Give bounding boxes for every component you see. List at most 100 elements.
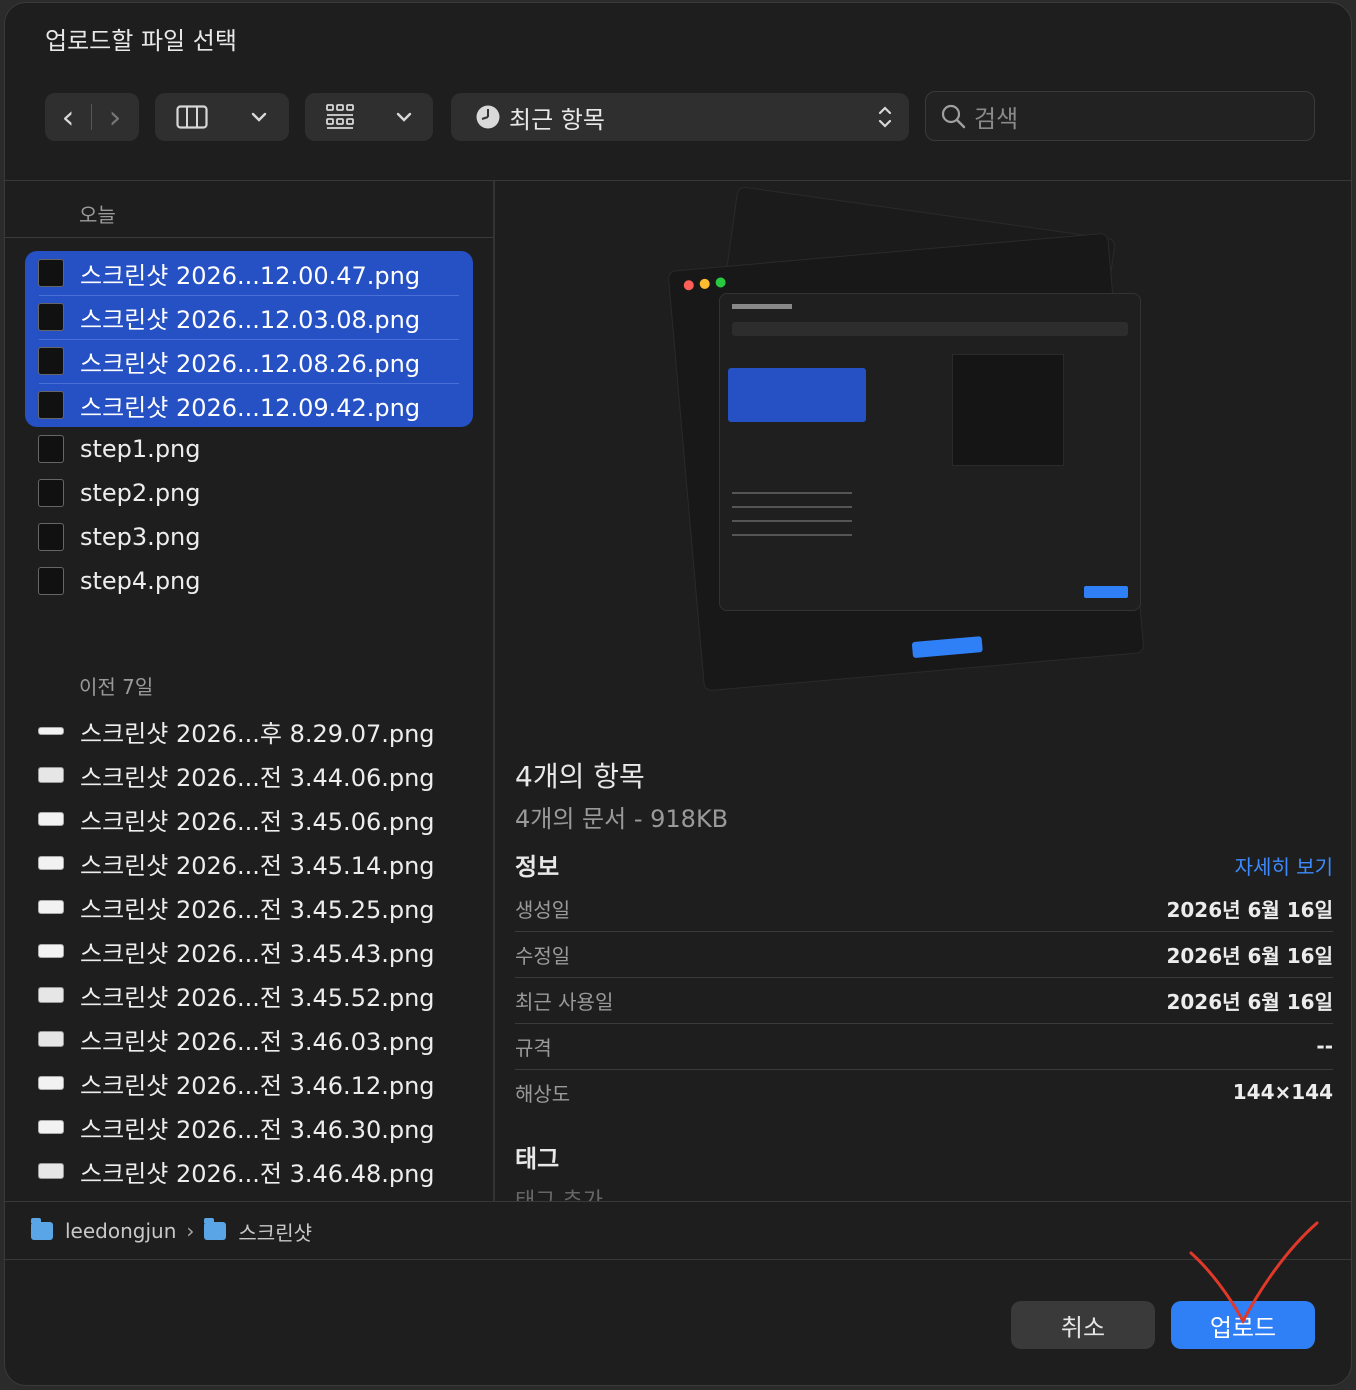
info-value: 2026년 6월 16일 — [1166, 989, 1333, 1014]
file-name: step4.png — [80, 567, 201, 595]
image-file-icon — [38, 347, 64, 375]
file-name: step3.png — [80, 523, 201, 551]
file-row[interactable]: 스크린샷 2026...후 8.29.07.png — [35, 709, 475, 753]
image-file-icon — [38, 1031, 64, 1047]
file-row[interactable]: 스크린샷 2026...12.08.26.png — [35, 339, 475, 383]
image-file-icon — [38, 987, 64, 1003]
file-row[interactable]: 스크린샷 2026...전 3.45.25.png — [35, 885, 475, 929]
section-label-today: 오늘 — [79, 203, 116, 227]
file-row[interactable]: step2.png — [35, 471, 475, 515]
image-file-icon — [38, 1163, 64, 1179]
image-file-icon — [38, 303, 64, 331]
file-row[interactable]: 스크린샷 2026...전 3.46.03.png — [35, 1017, 475, 1061]
preview-upload-button — [1084, 586, 1128, 598]
clock-icon — [476, 105, 500, 129]
path-item-folder[interactable]: 스크린샷 — [238, 1217, 312, 1246]
file-row[interactable]: 스크린샷 2026...전 3.45.43.png — [35, 929, 475, 973]
section-divider — [5, 237, 493, 238]
file-name: 스크린샷 2026...12.00.47.png — [80, 261, 421, 290]
back-chevron-icon[interactable]: ‹ — [45, 98, 91, 136]
chevron-down-icon — [396, 112, 412, 122]
info-row-dimensions: 규격 -- — [515, 1023, 1333, 1070]
file-row[interactable]: 스크린샷 2026...전 3.45.14.png — [35, 841, 475, 885]
image-file-icon — [38, 1076, 64, 1090]
info-key: 해상도 — [515, 1081, 571, 1106]
info-key: 수정일 — [515, 943, 571, 968]
image-file-icon — [38, 435, 64, 463]
file-row[interactable]: 스크린샷 2026...전 3.46.30.png — [35, 1105, 475, 1149]
annotation-checkmark — [1189, 1221, 1319, 1325]
image-file-icon — [38, 391, 64, 419]
file-list[interactable]: 오늘 스크린샷 2026...12.00.47.png 스크린샷 2026...… — [5, 181, 493, 1201]
file-name: 스크린샷 2026...전 3.45.25.png — [80, 895, 435, 924]
path-divider-top — [5, 1201, 1351, 1202]
preview-download-button — [911, 636, 983, 659]
file-row[interactable]: 스크린샷 2026...전 3.44.06.png — [35, 753, 475, 797]
preview-thumbnail-front — [719, 293, 1141, 611]
tags-input[interactable]: 태그 추가 — [515, 1183, 603, 1201]
file-row[interactable]: 스크린샷 2026...12.00.47.png — [35, 251, 475, 295]
image-file-icon — [38, 523, 64, 551]
file-name: 스크린샷 2026...전 3.45.52.png — [80, 983, 435, 1012]
preview-title-bar — [732, 304, 792, 309]
search-icon — [941, 104, 966, 129]
file-row[interactable]: step1.png — [35, 427, 475, 471]
location-group: 최근 항목 — [475, 100, 605, 135]
file-name: step1.png — [80, 435, 201, 463]
location-popup[interactable]: 최근 항목 — [451, 93, 909, 141]
view-mode-button[interactable] — [155, 93, 289, 141]
more-info-link[interactable]: 자세히 보기 — [1235, 851, 1333, 880]
image-file-icon — [38, 259, 64, 287]
image-file-icon — [38, 1120, 64, 1134]
file-name: 스크린샷 2026...후 8.29.07.png — [80, 719, 435, 748]
image-file-icon — [38, 900, 64, 914]
group-mode-button[interactable] — [305, 93, 433, 141]
info-row-resolution: 해상도 144×144 — [515, 1069, 1333, 1115]
file-row[interactable]: 스크린샷 2026...전 3.45.06.png — [35, 797, 475, 841]
file-row[interactable]: 스크린샷 2026...전 3.45.52.png — [35, 973, 475, 1017]
preview-title: 4개의 항목 — [515, 760, 645, 793]
path-divider-bottom — [5, 1259, 1351, 1260]
location-label: 최근 항목 — [509, 105, 605, 134]
file-name: 스크린샷 2026...전 3.46.30.png — [80, 1115, 435, 1144]
preview-pane: 4개의 항목 4개의 문서 - 918KB 정보 자세히 보기 생성일 2026… — [495, 181, 1351, 1201]
folder-icon — [204, 1218, 227, 1240]
image-file-icon — [38, 812, 64, 826]
info-key: 생성일 — [515, 897, 571, 922]
file-name: 스크린샷 2026...전 3.45.14.png — [80, 851, 435, 880]
dialog-title: 업로드할 파일 선택 — [45, 27, 237, 55]
info-key: 규격 — [515, 1035, 552, 1060]
forward-chevron-icon[interactable]: › — [92, 98, 138, 136]
window-close-dot — [683, 279, 695, 291]
image-file-icon — [38, 479, 64, 507]
file-row[interactable]: 스크린샷 2026...12.03.08.png — [35, 295, 475, 339]
path-bar: leedongjun › 스크린샷 — [5, 1203, 1351, 1259]
file-name: 스크린샷 2026...12.09.42.png — [80, 393, 421, 422]
file-name: 스크린샷 2026...전 3.46.48.png — [80, 1159, 435, 1188]
info-row-last-opened: 최근 사용일 2026년 6월 16일 — [515, 977, 1333, 1024]
file-row[interactable]: step3.png — [35, 515, 475, 559]
cancel-button[interactable]: 취소 — [1011, 1301, 1155, 1349]
grid-view-icon — [326, 104, 354, 129]
file-name: 스크린샷 2026...전 3.46.12.png — [80, 1071, 435, 1100]
columns-view-icon — [176, 105, 208, 129]
preview-selection — [728, 368, 866, 422]
tags-heading: 태그 — [515, 1145, 560, 1173]
file-row[interactable]: 스크린샷 2026...12.09.42.png — [35, 383, 475, 427]
info-value: 2026년 6월 16일 — [1166, 943, 1333, 968]
file-name: 스크린샷 2026...12.03.08.png — [80, 305, 421, 334]
updown-chevron-icon — [878, 106, 892, 128]
info-value: 144×144 — [1232, 1080, 1333, 1104]
file-name: step2.png — [80, 479, 201, 507]
file-name: 스크린샷 2026...전 3.44.06.png — [80, 763, 435, 792]
preview-subtitle: 4개의 문서 - 918KB — [515, 805, 729, 833]
file-row[interactable]: 스크린샷 2026...전 3.46.12.png — [35, 1061, 475, 1105]
preview-toolbar — [732, 322, 1128, 336]
info-value: -- — [1316, 1034, 1333, 1058]
file-row[interactable]: 스크린샷 2026...전 3.46.48.png — [35, 1149, 475, 1193]
image-file-icon — [38, 856, 64, 870]
search-input[interactable]: 검색 — [925, 91, 1315, 141]
path-item-home[interactable]: leedongjun — [65, 1219, 176, 1243]
info-row-created: 생성일 2026년 6월 16일 — [515, 885, 1333, 932]
file-row[interactable]: step4.png — [35, 559, 475, 603]
